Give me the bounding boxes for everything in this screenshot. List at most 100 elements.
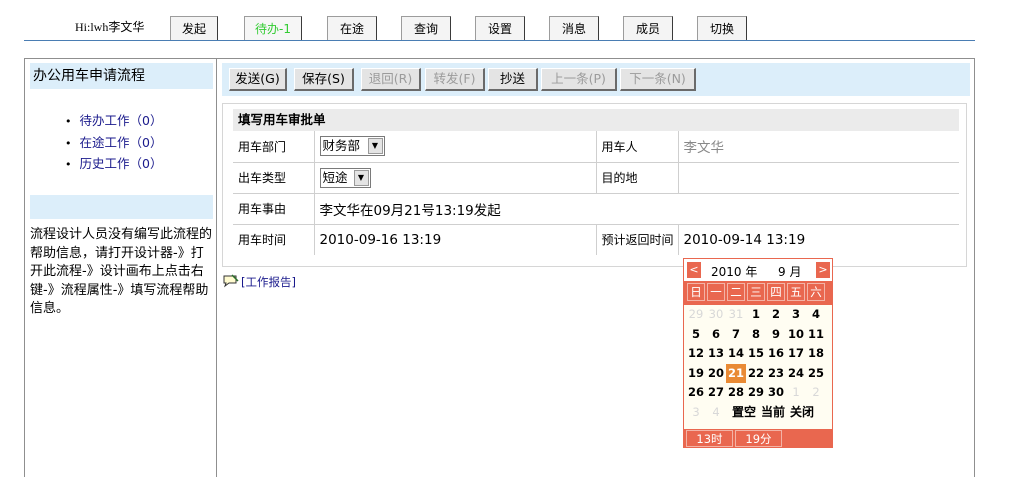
minute-select[interactable]: 19分	[735, 430, 782, 447]
form-title: 填写用车审批单	[233, 109, 959, 131]
user-value: 李文华	[678, 131, 959, 163]
calendar-day[interactable]: 12	[686, 344, 706, 364]
user-label: 用车人	[596, 131, 679, 163]
send-button[interactable]: 发送(G)	[229, 68, 287, 91]
tab-query[interactable]: 查询	[401, 16, 451, 41]
return-button[interactable]: 退回(R)	[361, 68, 421, 91]
calendar-day[interactable]: 3	[686, 403, 706, 423]
form-row-type: 出车类型 短途 ▼ 目的地	[233, 162, 959, 194]
tab-initiate[interactable]: 发起	[170, 16, 218, 41]
clear-date-button[interactable]: 置空	[732, 403, 756, 423]
calendar-day[interactable]: 24	[786, 364, 806, 384]
calendar-day[interactable]: 4	[806, 305, 826, 325]
calendar-day[interactable]: 29	[686, 305, 706, 325]
calendar-day[interactable]: 17	[786, 344, 806, 364]
dept-cell: 财务部 ▼	[314, 131, 597, 163]
weekday-label: 四	[767, 283, 785, 301]
calendar-day[interactable]: 8	[746, 325, 766, 345]
calendar-day[interactable]: 20	[706, 364, 726, 384]
save-button[interactable]: 保存(S)	[294, 68, 354, 91]
calendar-day[interactable]: 27	[706, 383, 726, 403]
calendar-day[interactable]: 29	[746, 383, 766, 403]
calendar-day[interactable]: 2	[766, 305, 786, 325]
hour-select[interactable]: 13时	[686, 430, 733, 447]
calendar-day[interactable]: 16	[766, 344, 786, 364]
calendar-day[interactable]: 2	[806, 383, 826, 403]
calendar-days: 29 30 31 1 2 3 4 5 6 7 8 9 10 11 12 13 14 15 16 17 18 19 20 21 2…	[684, 305, 832, 429]
close-calendar-button[interactable]: 关闭	[790, 403, 814, 423]
calendar-day[interactable]: 31	[726, 305, 746, 325]
calendar-day[interactable]: 9	[766, 325, 786, 345]
calendar-day[interactable]: 25	[806, 364, 826, 384]
calendar-month[interactable]: 9 月	[778, 263, 801, 280]
tab-switch[interactable]: 切换	[697, 16, 747, 41]
sidebar-item-todo[interactable]: 待办工作（0）	[65, 111, 163, 133]
calendar-day[interactable]: 14	[726, 344, 746, 364]
type-select[interactable]: 短途 ▼	[319, 167, 371, 188]
sidebar-item-in-transit[interactable]: 在途工作（0）	[65, 133, 163, 155]
tab-messages[interactable]: 消息	[549, 16, 599, 41]
action-toolbar: 发送(G) 保存(S) 退回(R) 转发(F) 抄送 上一条(P) 下一条(N)	[222, 63, 970, 96]
calendar-day[interactable]: 15	[746, 344, 766, 364]
form-table: 用车部门 财务部 ▼ 用车人 李文华 出车类型 短途 ▼ 目的地 用车事由 李文…	[233, 131, 959, 255]
calendar-day-selected[interactable]: 21	[726, 363, 746, 384]
chevron-down-icon: ▼	[367, 138, 383, 155]
form-row-time: 用车时间 2010-09-16 13:19 预计返回时间 2010-09-14 …	[233, 224, 959, 255]
dept-select[interactable]: 财务部 ▼	[319, 136, 385, 157]
work-list: 待办工作（0） 在途工作（0） 历史工作（0）	[65, 111, 163, 176]
calendar-day[interactable]: 23	[766, 364, 786, 384]
tab-todo[interactable]: 待办-1	[244, 16, 302, 41]
cc-button[interactable]: 抄送	[488, 68, 538, 91]
tab-in-transit[interactable]: 在途	[327, 16, 377, 41]
calendar-header: < 2010 年 9 月 >	[684, 259, 832, 281]
type-cell: 短途 ▼	[314, 162, 597, 194]
calendar-day[interactable]: 5	[686, 325, 706, 345]
sidebar-item-history[interactable]: 历史工作（0）	[65, 154, 163, 176]
use-time-field[interactable]: 2010-09-16 13:19	[314, 224, 597, 255]
now-date-button[interactable]: 当前	[761, 403, 785, 423]
calendar-day[interactable]: 4	[706, 403, 726, 423]
calendar-day[interactable]: 7	[726, 325, 746, 345]
calendar-day[interactable]: 11	[806, 325, 826, 345]
prev-month-button[interactable]: <	[687, 262, 701, 278]
calendar-day[interactable]: 19	[686, 364, 706, 384]
process-title: 办公用车申请流程	[30, 63, 213, 89]
top-nav: Hi:lwh李文华 发起 待办-1 在途 查询 设置 消息 成员 切换	[0, 0, 1015, 44]
return-time-label: 预计返回时间	[596, 224, 679, 255]
tab-underline	[24, 40, 975, 41]
calendar-day[interactable]: 13	[706, 344, 726, 364]
next-item-button[interactable]: 下一条(N)	[620, 68, 696, 91]
reason-label: 用车事由	[233, 193, 315, 225]
weekday-label: 一	[707, 283, 725, 301]
calendar-day[interactable]: 10	[786, 325, 806, 345]
forward-button[interactable]: 转发(F)	[425, 68, 485, 91]
return-time-field[interactable]: 2010-09-14 13:19	[678, 224, 959, 255]
calendar-day[interactable]: 6	[706, 325, 726, 345]
calendar-day[interactable]: 18	[806, 344, 826, 364]
calendar-day[interactable]: 22	[746, 364, 766, 384]
work-report-link[interactable]: [工作报告]	[221, 274, 296, 290]
calendar-year[interactable]: 2010 年	[711, 263, 757, 280]
next-month-button[interactable]: >	[816, 262, 830, 278]
calendar-day[interactable]: 26	[686, 383, 706, 403]
calendar-week: 26 27 28 29 30 1 2	[684, 383, 832, 403]
calendar-day[interactable]: 1	[786, 383, 806, 403]
prev-item-button[interactable]: 上一条(P)	[541, 68, 617, 91]
calendar-day[interactable]: 28	[726, 383, 746, 403]
destination-field[interactable]	[678, 162, 959, 194]
work-report-label: [工作报告]	[241, 275, 296, 289]
help-header-bar	[30, 195, 213, 219]
calendar-day[interactable]: 1	[746, 305, 766, 325]
tab-settings[interactable]: 设置	[475, 16, 525, 41]
date-picker: < 2010 年 9 月 > 日 一 二 三 四 五 六 29 30 31 1 2 3 4 5…	[683, 258, 833, 448]
calendar-day[interactable]: 30	[706, 305, 726, 325]
tab-members[interactable]: 成员	[623, 16, 673, 41]
sidebar: 办公用车申请流程 待办工作（0） 在途工作（0） 历史工作（0） 流程设计人员没…	[24, 58, 217, 477]
form-row-dept: 用车部门 财务部 ▼ 用车人 李文华	[233, 131, 959, 163]
time-selector: 13时 19分	[684, 429, 832, 447]
calendar-day[interactable]: 30	[766, 383, 786, 403]
process-help-text: 流程设计人员没有编写此流程的帮助信息，请打开设计器-》打开此流程-》设计画布上点…	[30, 227, 213, 316]
calendar-week: 19 20 21 22 23 24 25	[684, 363, 832, 384]
calendar-day[interactable]: 3	[786, 305, 806, 325]
weekday-label: 五	[787, 283, 805, 301]
